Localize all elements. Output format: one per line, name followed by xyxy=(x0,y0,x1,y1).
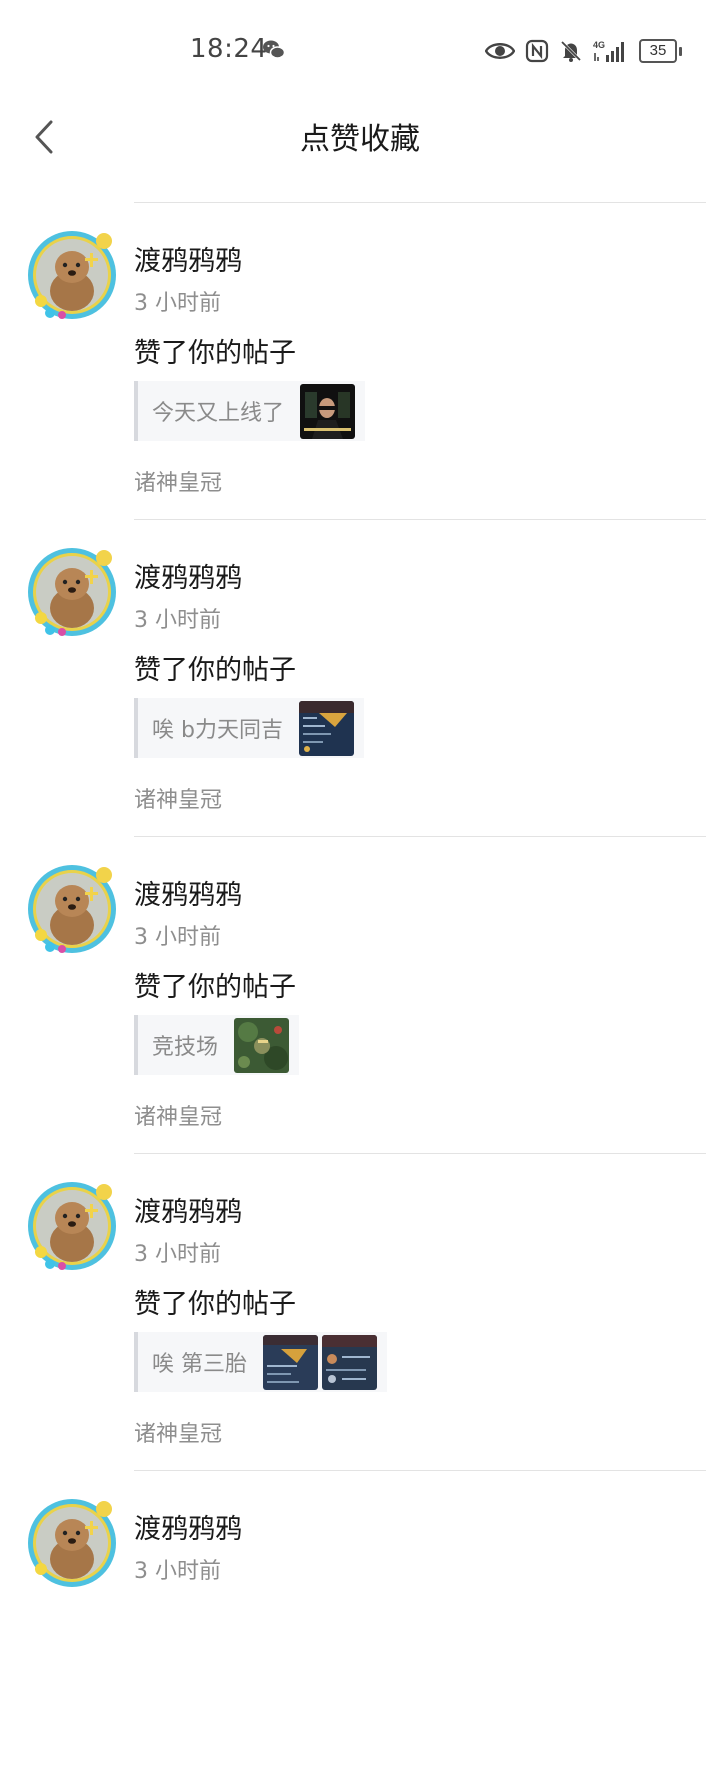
post-preview[interactable]: 唉 第三胎 xyxy=(134,1332,387,1392)
eye-icon xyxy=(485,40,515,62)
post-thumbnail xyxy=(300,383,356,439)
wechat-icon xyxy=(262,38,286,62)
post-preview[interactable]: 唉 b力天同吉 xyxy=(134,698,364,758)
nfc-icon xyxy=(525,39,549,63)
list-item[interactable]: 渡鸦鸦鸦 3 小时前 赞了你的帖子 唉 b力天同吉 诸神皇冠 xyxy=(0,520,720,836)
avatar[interactable] xyxy=(26,1180,118,1272)
signal-4g-icon: 4G xyxy=(593,39,629,63)
forum-name[interactable]: 诸神皇冠 xyxy=(134,782,222,814)
post-thumbnail xyxy=(322,1334,377,1390)
list-item[interactable]: 渡鸦鸦鸦 3 小时前 赞了你的帖子 竞技场 诸神皇冠 xyxy=(0,837,720,1153)
network-label: 4G xyxy=(593,40,605,50)
timestamp: 3 小时前 xyxy=(134,608,221,633)
post-preview[interactable]: 竞技场 xyxy=(134,1015,300,1075)
post-title: 竞技场 xyxy=(152,1035,219,1060)
post-title: 今天又上线了 xyxy=(152,401,285,426)
action-text: 赞了你的帖子 xyxy=(134,338,296,369)
action-text: 赞了你的帖子 xyxy=(134,972,296,1003)
avatar[interactable] xyxy=(26,546,118,638)
page-title: 点赞收藏 xyxy=(300,122,420,157)
post-thumbnail xyxy=(263,1334,318,1390)
status-time: 18:24 xyxy=(190,34,268,64)
notification-list: 渡鸦鸦鸦 3 小时前 赞了你的帖子 今天又上线了 诸神皇冠 渡鸦鸦鸦 3 小时前… xyxy=(0,202,720,1787)
username[interactable]: 渡鸦鸦鸦 xyxy=(134,1507,242,1546)
post-title: 唉 第三胎 xyxy=(152,1352,247,1377)
list-item[interactable]: 渡鸦鸦鸦 3 小时前 xyxy=(0,1471,720,1787)
timestamp: 3 小时前 xyxy=(134,291,221,316)
forum-name[interactable]: 诸神皇冠 xyxy=(134,1416,222,1448)
timestamp: 3 小时前 xyxy=(134,925,221,950)
list-item[interactable]: 渡鸦鸦鸦 3 小时前 赞了你的帖子 唉 第三胎 诸神皇冠 xyxy=(0,1154,720,1470)
username[interactable]: 渡鸦鸦鸦 xyxy=(134,873,242,912)
avatar[interactable] xyxy=(26,229,118,321)
timestamp: 3 小时前 xyxy=(134,1559,221,1584)
timestamp: 3 小时前 xyxy=(134,1242,221,1267)
username[interactable]: 渡鸦鸦鸦 xyxy=(134,239,242,278)
post-thumbnail xyxy=(234,1017,290,1073)
post-thumbnail xyxy=(298,700,354,756)
forum-name[interactable]: 诸神皇冠 xyxy=(134,465,222,497)
battery-icon: 35 xyxy=(639,39,682,63)
status-bar: 18:24 4G 35 xyxy=(0,0,720,104)
action-text: 赞了你的帖子 xyxy=(134,1289,296,1320)
bell-muted-icon xyxy=(559,39,583,63)
header: 点赞收藏 xyxy=(0,104,720,168)
post-title: 唉 b力天同吉 xyxy=(152,718,283,743)
action-text: 赞了你的帖子 xyxy=(134,655,296,686)
avatar[interactable] xyxy=(26,1497,118,1589)
avatar[interactable] xyxy=(26,863,118,955)
list-item[interactable]: 渡鸦鸦鸦 3 小时前 赞了你的帖子 今天又上线了 诸神皇冠 xyxy=(0,203,720,519)
forum-name[interactable]: 诸神皇冠 xyxy=(134,1099,222,1131)
post-preview[interactable]: 今天又上线了 xyxy=(134,381,366,441)
username[interactable]: 渡鸦鸦鸦 xyxy=(134,1190,242,1229)
battery-level: 35 xyxy=(639,39,677,63)
username[interactable]: 渡鸦鸦鸦 xyxy=(134,556,242,595)
